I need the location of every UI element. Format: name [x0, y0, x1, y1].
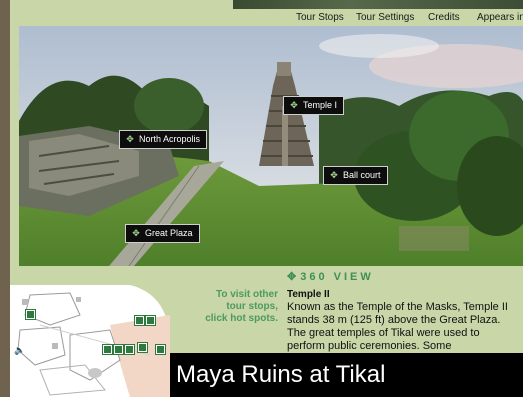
hotspot-label: Temple I [303, 100, 338, 110]
hotspot-temple-i[interactable]: ✥ Temple I [283, 96, 345, 115]
map-marker[interactable] [146, 316, 155, 325]
map-marker[interactable] [138, 343, 147, 352]
map-marker[interactable] [114, 345, 123, 354]
hint-line: click hot spots. [205, 313, 278, 324]
hint-line: To visit other [215, 289, 278, 300]
view-mode-header: ✥ 360 VIEW [287, 270, 374, 283]
site-map-drawing [10, 285, 170, 397]
hotspot-great-plaza[interactable]: ✥ Great Plaza [125, 224, 200, 243]
map-marker[interactable] [103, 345, 112, 354]
map-marker[interactable] [135, 316, 144, 325]
site-map[interactable] [10, 285, 170, 397]
left-border-strip [0, 0, 10, 397]
info-title: Temple II [287, 289, 330, 300]
speaker-icon[interactable]: 🔈 [14, 345, 25, 356]
map-marker[interactable] [26, 310, 35, 319]
caption-bar: Maya Ruins at Tikal [170, 353, 523, 397]
nav-appears-in[interactable]: Appears in [477, 12, 523, 23]
nav-tour-stops[interactable]: Tour Stops [296, 12, 344, 23]
header-photo-strip [233, 0, 523, 9]
hotspot-label: North Acropolis [139, 134, 201, 144]
hint-line: tour stops, [226, 301, 278, 312]
hotspot-label: Ball court [343, 170, 381, 180]
hotspot-ball-court[interactable]: ✥ Ball court [323, 166, 388, 185]
compass-rose-icon: ✥ [126, 134, 134, 144]
map-marker[interactable] [125, 345, 134, 354]
panorama-view[interactable]: ✥ Temple I ✥ North Acropolis ✥ Ball court ✥… [19, 26, 523, 266]
navigation-hint: To visit other tour stops, click hot spo… [190, 289, 278, 325]
compass-rose-icon: ✥ [290, 100, 298, 110]
compass-rose-icon: ✥ [287, 271, 297, 283]
compass-rose-icon: ✥ [132, 228, 140, 238]
panorama-image [19, 26, 523, 266]
info-description[interactable]: Known as the Temple of the Masks, Temple… [287, 301, 517, 353]
map-marker[interactable] [156, 345, 165, 354]
nav-tour-settings[interactable]: Tour Settings [356, 12, 414, 23]
compass-rose-icon: ✥ [330, 170, 338, 180]
caption-title: Maya Ruins at Tikal [176, 361, 386, 388]
hotspot-label: Great Plaza [145, 228, 193, 238]
hotspot-north-acropolis[interactable]: ✥ North Acropolis [119, 130, 208, 149]
top-navigation: Tour Stops Tour Settings Credits Appears… [10, 9, 523, 26]
nav-credits[interactable]: Credits [428, 12, 460, 23]
view-mode-label: 360 VIEW [300, 271, 374, 283]
